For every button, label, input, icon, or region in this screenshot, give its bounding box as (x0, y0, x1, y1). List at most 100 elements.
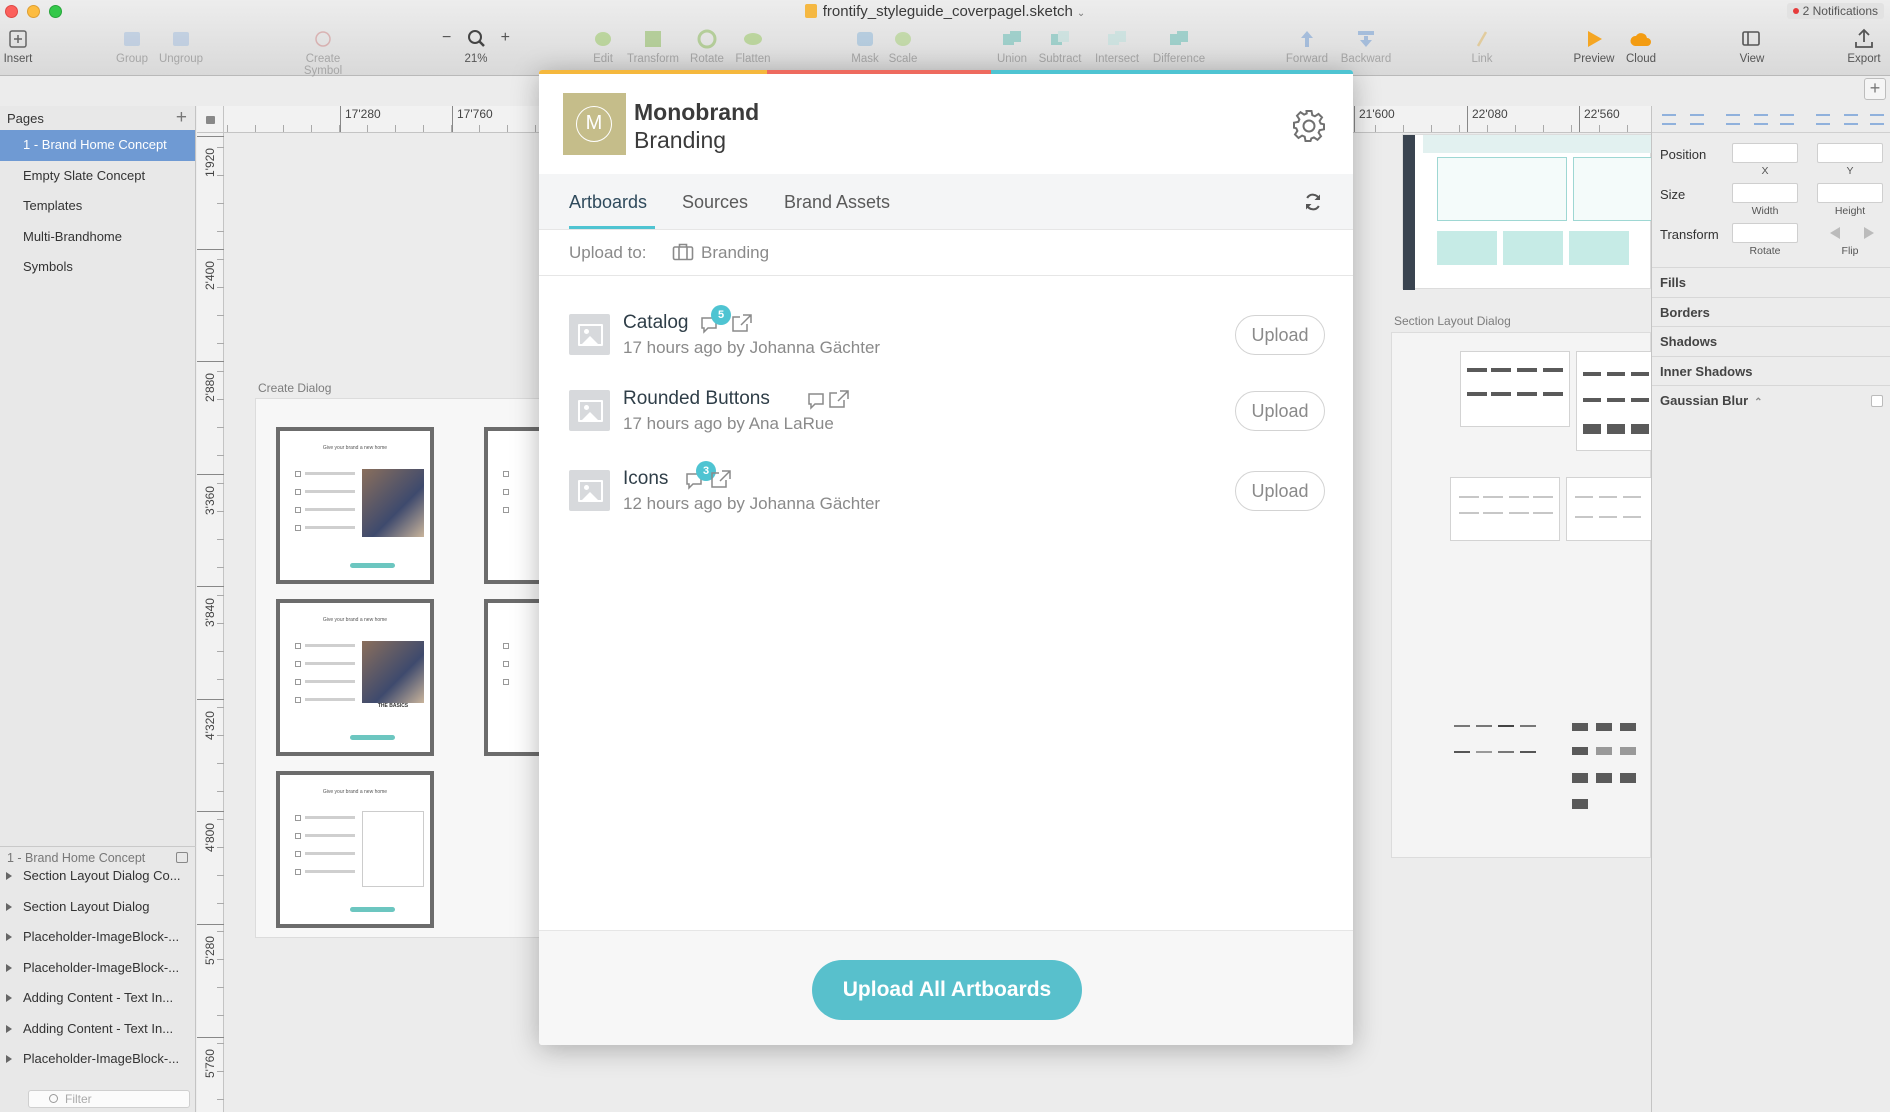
upload-button[interactable]: Upload (1235, 315, 1325, 355)
width-field[interactable] (1732, 183, 1798, 203)
disclosure-triangle-icon[interactable] (6, 902, 12, 911)
zoom-in-button[interactable]: + (501, 29, 510, 47)
gear-icon[interactable] (1291, 108, 1327, 144)
lock-icon[interactable] (206, 116, 215, 124)
artboard-row[interactable]: Icons 12 hours ago by Johanna Gächter 3 Upl… (539, 452, 1353, 528)
flip-vertical-icon[interactable] (1864, 227, 1874, 239)
zoom-out-button[interactable]: − (442, 29, 451, 47)
stepper-icon[interactable]: ⌃ (1754, 397, 1762, 408)
upload-destination-name[interactable]: Branding (701, 243, 769, 263)
toolbar-21--button[interactable]: 21% − + (442, 28, 510, 65)
page-item[interactable]: 1 - Brand Home Concept (0, 130, 195, 161)
align-left-icon[interactable] (1662, 114, 1676, 125)
artboard-label-create-dialog[interactable]: Create Dialog (258, 381, 331, 395)
disclosure-triangle-icon[interactable] (6, 1055, 12, 1063)
add-page-icon[interactable]: + (176, 107, 187, 129)
upload-all-artboards-button[interactable]: Upload All Artboards (812, 960, 1082, 1020)
toolbar-flatten-button[interactable]: Flatten (723, 28, 783, 65)
section-layout-thumbnail[interactable] (1460, 351, 1570, 427)
tab-brand-assets[interactable]: Brand Assets (784, 192, 890, 213)
toolbar-transform-button[interactable]: Transform (623, 28, 683, 65)
refresh-icon[interactable] (1303, 192, 1323, 212)
artboard-row[interactable]: Catalog 17 hours ago by Johanna Gächter 5 U… (539, 296, 1353, 372)
toolbar-scale-button[interactable]: Scale (873, 28, 933, 65)
inspector-section-fills[interactable]: Fills (1652, 267, 1890, 297)
upload-button[interactable]: Upload (1235, 391, 1325, 431)
document-title[interactable]: frontify_styleguide_coverpagel.sketch ⌄ (0, 3, 1890, 20)
page-item[interactable]: Empty Slate Concept (0, 161, 195, 192)
layer-item[interactable]: Adding Content - Text In... (0, 986, 196, 1010)
artboard-create-dialog[interactable]: Give your brand a new home Give your bra… (255, 398, 546, 938)
external-link-icon[interactable] (731, 313, 753, 333)
position-y-field[interactable] (1817, 143, 1883, 163)
toolbar-insert-button[interactable]: Insert (0, 28, 48, 65)
align-center-icon[interactable] (1690, 114, 1704, 125)
flip-horizontal-icon[interactable] (1830, 227, 1840, 239)
artboard-thumbnail[interactable] (484, 599, 546, 756)
section-layout-thumbnail[interactable] (1450, 477, 1560, 541)
toolbar-view-button[interactable]: View (1722, 28, 1782, 65)
layer-item[interactable]: Placeholder-ImageBlock-... (0, 925, 196, 949)
vertical-ruler[interactable]: 1'920 2'400 2'880 3'360 3'840 4'320 4'800 5'280… (197, 133, 224, 1112)
toolbar-difference-button[interactable]: Difference (1149, 28, 1209, 65)
inspector-section-borders[interactable]: Borders (1652, 296, 1890, 327)
external-link-icon[interactable] (828, 389, 850, 409)
ruler-corner[interactable] (197, 106, 224, 133)
toolbar-intersect-button[interactable]: Intersect (1087, 28, 1147, 65)
toolbar-ungroup-button[interactable]: Ungroup (151, 28, 211, 65)
add-tab-button[interactable]: + (1864, 78, 1886, 100)
artboard-thumbnail[interactable]: Give your brand a new home THE BASICS (276, 599, 434, 756)
toolbar-forward-button[interactable]: Forward (1277, 28, 1337, 65)
height-field[interactable] (1817, 183, 1883, 203)
layer-item[interactable]: Placeholder-ImageBlock-... (0, 1047, 196, 1071)
align-middle-icon[interactable] (1780, 114, 1794, 125)
external-link-icon[interactable] (710, 469, 732, 489)
artboard-thumbnail[interactable]: Give your brand a new home (276, 427, 434, 584)
toolbar-subtract-button[interactable]: Subtract (1030, 28, 1090, 65)
align-top-icon[interactable] (1754, 114, 1768, 125)
layer-item[interactable]: Section Layout Dialog (0, 895, 196, 919)
section-layout-thumbnail[interactable] (1566, 477, 1652, 541)
toolbar-cloud-button[interactable]: Cloud (1611, 28, 1671, 65)
section-layout-thumbnail[interactable] (1454, 723, 1542, 769)
disclosure-triangle-icon[interactable] (6, 933, 12, 941)
distribute-vertical-icon[interactable] (1870, 114, 1884, 125)
align-right-icon[interactable] (1726, 114, 1740, 125)
artboard-thumbnail[interactable] (484, 427, 546, 584)
distribute-horizontal-icon[interactable] (1844, 114, 1858, 125)
artboard-label-section-layout[interactable]: Section Layout Dialog (1394, 314, 1511, 328)
comment-icon[interactable] (806, 391, 826, 411)
disclosure-triangle-icon[interactable] (6, 994, 12, 1002)
tab-sources[interactable]: Sources (682, 192, 748, 213)
filter-input[interactable]: Filter (28, 1090, 190, 1108)
disclosure-triangle-icon[interactable] (6, 963, 12, 972)
gaussian-blur-checkbox[interactable] (1871, 395, 1883, 407)
tab-artboards[interactable]: Artboards (569, 192, 647, 213)
notifications-badge[interactable]: 2 Notifications (1786, 3, 1884, 19)
page-item[interactable]: Multi-Brandhome (0, 222, 195, 253)
toolbar-backward-button[interactable]: Backward (1336, 28, 1396, 65)
rotate-field[interactable] (1732, 223, 1798, 243)
upload-button[interactable]: Upload (1235, 471, 1325, 511)
artboard-row[interactable]: Rounded Buttons 17 hours ago by Ana LaRue… (539, 372, 1353, 448)
disclosure-triangle-icon[interactable] (6, 1024, 12, 1033)
section-layout-thumbnail[interactable] (1572, 723, 1636, 813)
artboard-thumbnail[interactable]: Give your brand a new home (276, 771, 434, 928)
page-item[interactable]: Symbols (0, 252, 195, 283)
layer-item[interactable]: Placeholder-ImageBlock-... (0, 956, 196, 980)
position-x-field[interactable] (1732, 143, 1798, 163)
layer-item[interactable]: Section Layout Dialog Co... (0, 864, 196, 888)
layer-item[interactable]: Adding Content - Text In... (0, 1017, 196, 1041)
inspector-section-gaussian-blur[interactable]: Gaussian Blur ⌃ (1652, 385, 1890, 415)
artboard-section-layout-dialog[interactable] (1391, 332, 1652, 858)
inspector-section-shadows[interactable]: Shadows (1652, 326, 1890, 356)
align-bottom-icon[interactable] (1816, 114, 1830, 125)
artboard-brand-sections[interactable] (1402, 134, 1653, 290)
disclosure-triangle-icon[interactable] (6, 872, 12, 880)
page-item[interactable]: Templates (0, 191, 195, 222)
inspector-section-inner-shadows[interactable]: Inner Shadows (1652, 355, 1890, 386)
toolbar-create-symbol-button[interactable]: Create Symbol (293, 28, 353, 77)
toolbar-export-button[interactable]: Export (1834, 28, 1890, 65)
toolbar-link-button[interactable]: Link (1452, 28, 1512, 65)
section-layout-thumbnail[interactable] (1576, 351, 1652, 451)
